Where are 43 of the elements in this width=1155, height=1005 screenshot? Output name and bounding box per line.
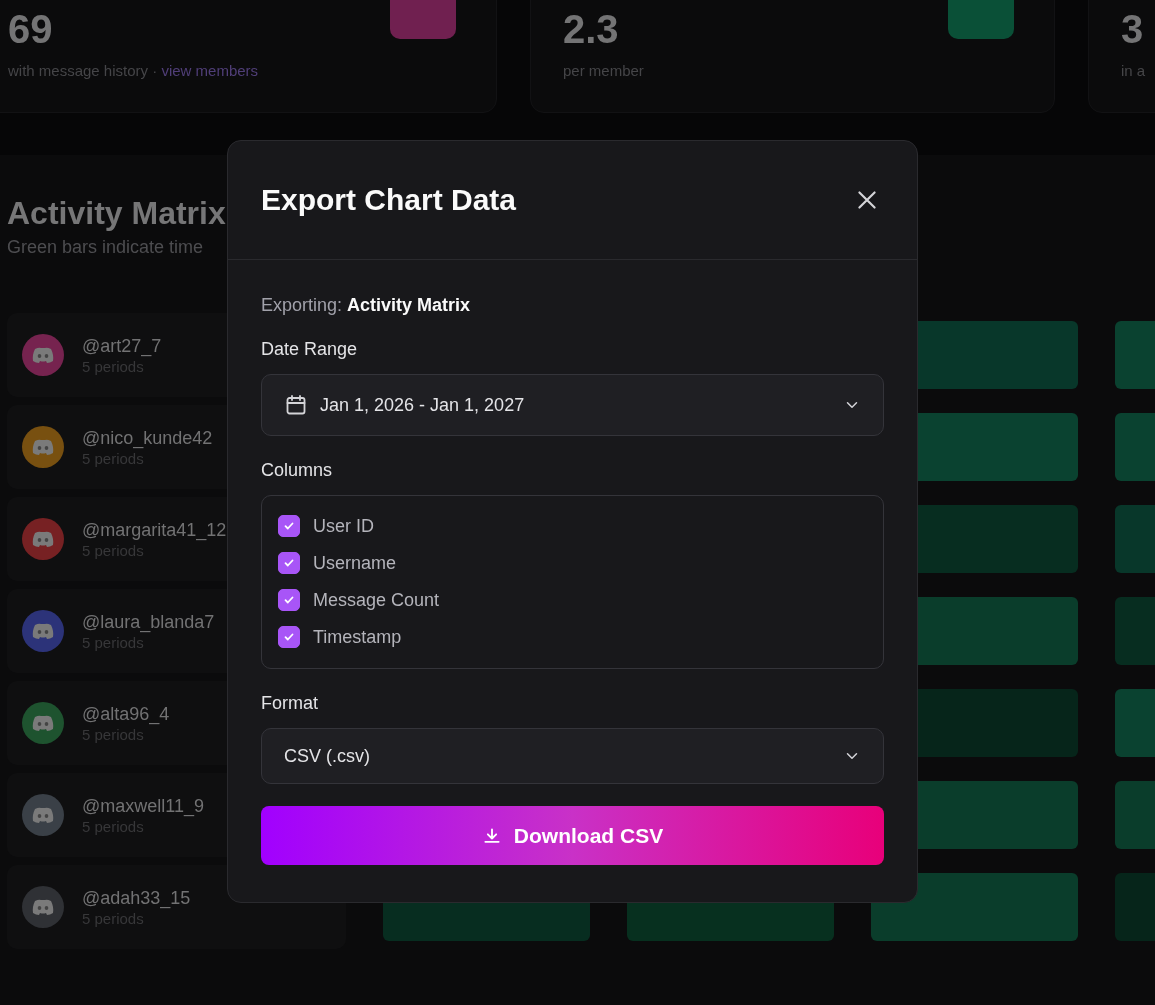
- checkmark-icon: [283, 557, 295, 569]
- stat-caption: with message history · view members: [8, 61, 260, 81]
- checkbox[interactable]: [278, 589, 300, 611]
- format-select[interactable]: CSV (.csv): [261, 728, 884, 784]
- checkbox-label: User ID: [313, 515, 374, 538]
- exporting-text: Exporting: Activity Matrix: [261, 294, 472, 317]
- stat-value: 3: [1121, 6, 1144, 53]
- username: @art27_7: [82, 334, 162, 357]
- checkbox-label: Timestamp: [313, 626, 402, 649]
- dialog-title: Export Chart Data: [261, 183, 517, 217]
- controller-face-icon: [31, 806, 55, 824]
- controller-face-icon: [31, 898, 55, 916]
- checkbox[interactable]: [278, 552, 300, 574]
- field-label: Columns: [261, 459, 334, 482]
- username: @margarita41_12: [82, 518, 227, 541]
- controller-face-icon: [31, 438, 55, 456]
- checkbox-label: Username: [313, 552, 397, 575]
- stat-caption: per member: [563, 61, 645, 81]
- username: @maxwell11_9: [82, 794, 204, 817]
- checkmark-icon: [283, 520, 295, 532]
- username: @laura_blanda7: [82, 610, 215, 633]
- checkmark-icon: [283, 631, 295, 643]
- stat-caption: in a: [1121, 61, 1147, 81]
- checkbox[interactable]: [278, 626, 300, 648]
- section-title: Activity Matrix: [7, 194, 226, 233]
- field-label: Format: [261, 692, 319, 715]
- section-subtitle: Green bars indicate time: [7, 236, 204, 259]
- checkbox[interactable]: [278, 515, 300, 537]
- checkbox-label: Message Count: [313, 589, 440, 612]
- controller-face-icon: [31, 346, 55, 364]
- username: @nico_kunde42: [82, 426, 213, 449]
- date-range-select[interactable]: Jan 1, 2026 - Jan 1, 2027: [261, 374, 884, 436]
- field-label: Date Range: [261, 338, 359, 361]
- stat-value: 2.3: [563, 6, 619, 53]
- controller-face-icon: [31, 622, 55, 640]
- stat-value: 69: [8, 6, 53, 53]
- username: @adah33_15: [82, 886, 191, 909]
- download-button[interactable]: Download CSV: [261, 806, 884, 865]
- checkmark-icon: [283, 594, 295, 606]
- controller-face-icon: [31, 714, 55, 732]
- controller-face-icon: [31, 530, 55, 548]
- username: @alta96_4: [82, 702, 170, 725]
- calendar-icon: [284, 393, 308, 417]
